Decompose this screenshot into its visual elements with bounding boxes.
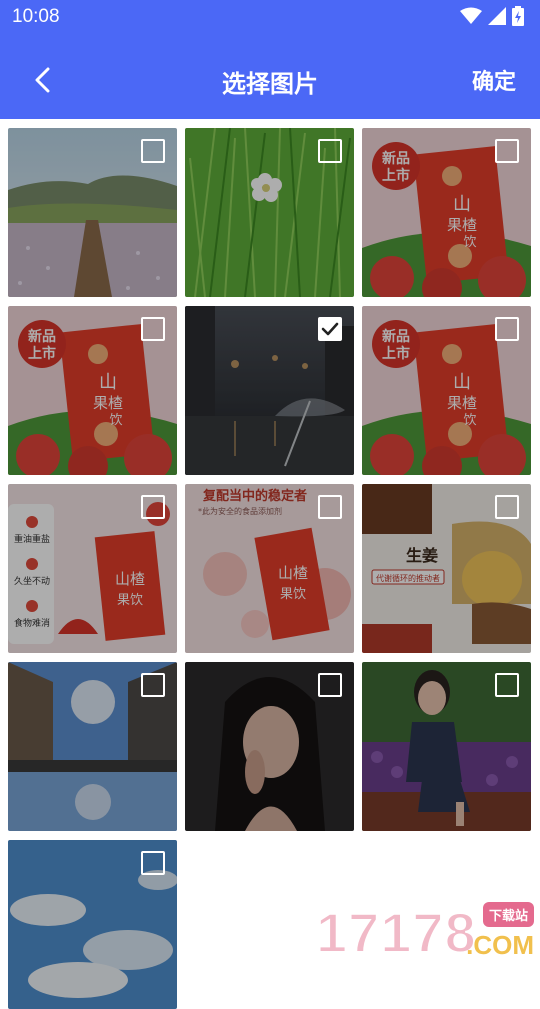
photo-tile-sky[interactable] — [8, 840, 177, 1009]
photo-tile-grass[interactable] — [185, 128, 354, 297]
photo-checkbox-checked[interactable] — [318, 317, 342, 341]
svg-text:重油重盐: 重油重盐 — [14, 533, 50, 545]
svg-text:果楂: 果楂 — [93, 394, 123, 412]
photo-checkbox[interactable] — [141, 851, 165, 875]
svg-text:*此为安全的食品添加剂: *此为安全的食品添加剂 — [198, 506, 282, 516]
photo-tile-hawthorn-bubbles[interactable]: 复配当中的稳定者 *此为安全的食品添加剂 山楂 果饮 — [185, 484, 354, 653]
svg-text:山: 山 — [453, 372, 471, 393]
photo-tile-hawthorn-ad[interactable]: 新品 上市 山 果楂 饮 — [362, 306, 531, 475]
badge-line-1: 新品 — [382, 150, 410, 167]
photo-tile-hawthorn-ad[interactable]: 新品 上市 山 果楂 饮 — [362, 128, 531, 297]
photo-tile-ginger[interactable]: 生姜 代谢循环的推动者 — [362, 484, 531, 653]
photo-checkbox[interactable] — [318, 139, 342, 163]
svg-text:新品: 新品 — [28, 328, 56, 345]
photo-checkbox[interactable] — [495, 139, 519, 163]
svg-text:果楂: 果楂 — [447, 216, 477, 234]
status-icons — [460, 6, 524, 26]
wifi-icon — [460, 7, 482, 24]
photo-tile-hawthorn-features[interactable]: 重油重盐 久坐不动 食物难消 山楂 果饮 — [8, 484, 177, 653]
photo-checkbox[interactable] — [318, 673, 342, 697]
photo-checkbox[interactable] — [141, 317, 165, 341]
photo-tile-landscape[interactable] — [8, 128, 177, 297]
checkmark-icon — [321, 322, 339, 336]
confirm-button[interactable]: 确定 — [472, 64, 516, 96]
svg-text:新品: 新品 — [382, 328, 410, 345]
status-time: 10:08 — [12, 6, 60, 27]
svg-text:久坐不动: 久坐不动 — [14, 575, 50, 587]
svg-text:上市: 上市 — [382, 345, 410, 362]
photo-grid: 新品 上市 山 果楂 饮 新品 上市 山 果楂 饮 新品 上市 山 果楂 饮 重… — [8, 128, 531, 1009]
svg-text:果饮: 果饮 — [117, 593, 143, 608]
photo-tile-hawthorn-ad[interactable]: 新品 上市 山 果楂 饮 — [8, 306, 177, 475]
svg-text:复配当中的稳定者: 复配当中的稳定者 — [202, 488, 307, 504]
photo-tile-street[interactable] — [8, 662, 177, 831]
svg-text:果饮: 果饮 — [280, 587, 306, 602]
photo-checkbox[interactable] — [495, 317, 519, 341]
photo-checkbox[interactable] — [318, 495, 342, 519]
photo-checkbox[interactable] — [141, 495, 165, 519]
nav-bar: 选择图片 确定 — [0, 48, 540, 110]
photo-checkbox[interactable] — [495, 673, 519, 697]
photo-tile-woman-flowers[interactable] — [362, 662, 531, 831]
svg-text:山楂: 山楂 — [278, 564, 308, 582]
page-title: 选择图片 — [222, 70, 318, 98]
photo-checkbox[interactable] — [495, 495, 519, 519]
svg-text:代谢循环的推动者: 代谢循环的推动者 — [376, 573, 440, 583]
photo-tile-rainy-street[interactable] — [185, 306, 354, 475]
svg-text:生姜: 生姜 — [406, 546, 438, 565]
battery-icon — [512, 6, 524, 26]
app-header: 10:08 选择图片 确定 — [0, 0, 540, 119]
photo-checkbox[interactable] — [141, 139, 165, 163]
photo-tile-portrait[interactable] — [185, 662, 354, 831]
svg-text:山楂: 山楂 — [115, 570, 145, 588]
svg-text:饮: 饮 — [463, 235, 476, 250]
svg-text:山: 山 — [453, 194, 471, 215]
svg-text:上市: 上市 — [28, 345, 56, 362]
svg-text:食物难消: 食物难消 — [14, 617, 50, 629]
signal-icon — [488, 7, 506, 25]
svg-text:果楂: 果楂 — [447, 394, 477, 412]
svg-text:上市: 上市 — [382, 167, 410, 184]
svg-text:饮: 饮 — [109, 413, 122, 428]
svg-text:山: 山 — [99, 372, 117, 393]
svg-text:饮: 饮 — [463, 413, 476, 428]
photo-checkbox[interactable] — [141, 673, 165, 697]
